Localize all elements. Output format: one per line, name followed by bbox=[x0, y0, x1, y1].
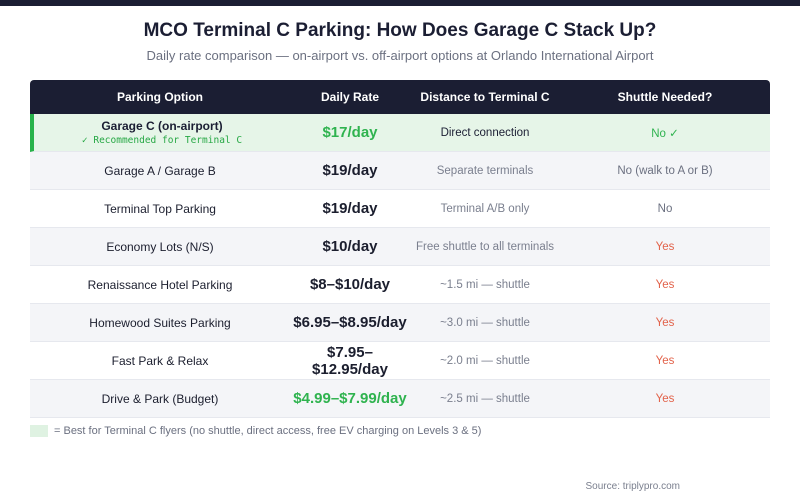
comparison-table: Parking Option Daily Rate Distance to Te… bbox=[30, 80, 770, 418]
table-row: Terminal Top Parking $19/day Terminal A/… bbox=[30, 190, 770, 228]
option-name: Garage C (on-airport) bbox=[101, 119, 223, 133]
cell-distance: Terminal A/B only bbox=[440, 202, 530, 215]
cell-option: Economy Lots (N/S) bbox=[106, 239, 214, 254]
cell-shuttle: No ✓ bbox=[651, 127, 679, 140]
header-shuttle: Shuttle Needed? bbox=[617, 90, 713, 104]
cell-shuttle: Yes bbox=[655, 240, 675, 253]
cell-rate: $4.99–$7.99/day bbox=[293, 390, 407, 407]
cell-distance: Free shuttle to all terminals bbox=[415, 240, 555, 253]
page-subtitle: Daily rate comparison — on-airport vs. o… bbox=[146, 48, 654, 63]
table-row: Homewood Suites Parking $6.95–$8.95/day … bbox=[30, 304, 770, 342]
cell-rate: $10/day bbox=[322, 238, 378, 255]
cell-option: Fast Park & Relax bbox=[111, 353, 209, 368]
cell-rate: $19/day bbox=[322, 200, 378, 217]
cell-distance: ~1.5 mi — shuttle bbox=[440, 278, 530, 291]
header-parking-option: Parking Option bbox=[116, 90, 203, 104]
cell-distance: Separate terminals bbox=[436, 164, 534, 177]
cell-rate: $6.95–$8.95/day bbox=[293, 314, 407, 331]
cell-distance: ~2.5 mi — shuttle bbox=[440, 392, 530, 405]
cell-shuttle: Yes bbox=[655, 354, 675, 367]
cell-shuttle: No bbox=[657, 202, 673, 215]
legend: = Best for Terminal C flyers (no shuttle… bbox=[30, 425, 481, 437]
legend-swatch bbox=[30, 425, 48, 437]
legend-text: = Best for Terminal C flyers (no shuttle… bbox=[54, 425, 482, 437]
cell-option: Garage A / Garage B bbox=[104, 163, 216, 178]
cell-shuttle: Yes bbox=[655, 316, 675, 329]
cell-shuttle: No (walk to A or B) bbox=[617, 164, 713, 177]
cell-rate: $7.95–$12.95/day bbox=[312, 343, 388, 378]
header-daily-rate: Daily Rate bbox=[320, 90, 380, 104]
header-distance: Distance to Terminal C bbox=[420, 90, 550, 104]
page-title: MCO Terminal C Parking: How Does Garage … bbox=[143, 20, 657, 41]
cell-option: Garage C (on-airport) ✓ Recommended for … bbox=[34, 119, 290, 146]
cell-distance: Direct connection bbox=[440, 126, 530, 139]
recommended-note: ✓ Recommended for Terminal C bbox=[81, 135, 243, 146]
table-header: Parking Option Daily Rate Distance to Te… bbox=[30, 80, 770, 114]
cell-rate: $8–$10/day bbox=[309, 276, 391, 293]
cell-distance: ~3.0 mi — shuttle bbox=[440, 316, 530, 329]
cell-distance: ~2.0 mi — shuttle bbox=[440, 354, 530, 367]
table-row: Fast Park & Relax $7.95–$12.95/day ~2.0 … bbox=[30, 342, 770, 380]
cell-option: Drive & Park (Budget) bbox=[101, 391, 219, 406]
table-row-garage-c: Garage C (on-airport) ✓ Recommended for … bbox=[30, 114, 770, 152]
cell-option: Homewood Suites Parking bbox=[89, 315, 231, 330]
cell-rate: $19/day bbox=[322, 162, 378, 179]
top-accent-bar bbox=[0, 0, 800, 6]
cell-option: Renaissance Hotel Parking bbox=[87, 277, 233, 292]
cell-shuttle: Yes bbox=[655, 278, 675, 291]
table-row: Drive & Park (Budget) $4.99–$7.99/day ~2… bbox=[30, 380, 770, 418]
source-credit: Source: triplypro.com bbox=[585, 481, 680, 492]
cell-rate: $17/day bbox=[322, 124, 378, 141]
table-row: Renaissance Hotel Parking $8–$10/day ~1.… bbox=[30, 266, 770, 304]
cell-shuttle: Yes bbox=[655, 392, 675, 405]
table-row: Economy Lots (N/S) $10/day Free shuttle … bbox=[30, 228, 770, 266]
cell-option: Terminal Top Parking bbox=[104, 201, 216, 216]
table-row: Garage A / Garage B $19/day Separate ter… bbox=[30, 152, 770, 190]
